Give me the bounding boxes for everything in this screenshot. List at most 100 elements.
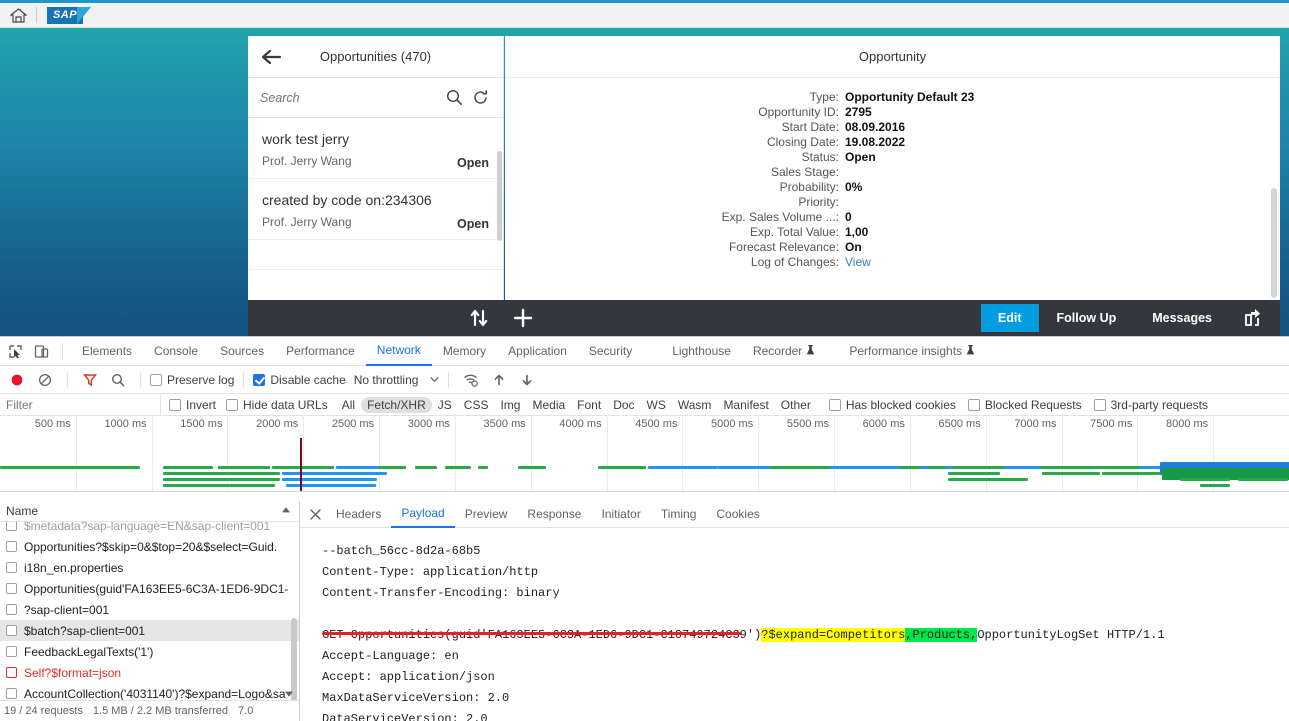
filter-type-manifest[interactable]: Manifest [717,397,774,413]
filter-funnel-icon[interactable] [77,367,103,393]
list-item[interactable]: FeedbackLegalTexts('1') [0,641,299,662]
filter-type-all[interactable]: All [336,397,361,413]
share-icon[interactable] [1230,308,1280,328]
messages-button[interactable]: Messages [1134,311,1230,325]
third-party-requests-checkbox[interactable]: 3rd-party requests [1094,398,1208,412]
toolbar-separator [140,372,141,388]
network-conditions-icon[interactable] [458,367,484,393]
tab-response[interactable]: Response [517,502,591,527]
row-checkbox[interactable] [6,646,17,657]
device-toolbar-icon[interactable] [28,338,54,364]
detail-scrollbar[interactable] [1271,188,1277,298]
request-rows[interactable]: $metadata?sap-language=EN&sap-client=001… [0,522,299,700]
refresh-icon[interactable] [467,85,493,111]
plus-icon[interactable] [512,307,534,329]
invert-checkbox[interactable]: Invert [169,398,216,412]
tab-label: Memory [443,344,486,358]
filter-type-wasm[interactable]: Wasm [672,397,718,413]
request-name: $metadata?sap-language=EN&sap-client=001 [24,522,270,533]
network-overview-timeline[interactable]: 500 ms1000 ms1500 ms2000 ms2500 ms3000 m… [0,416,1289,492]
tab-headers[interactable]: Headers [326,502,391,527]
row-checkbox[interactable] [6,522,17,531]
filter-type-js[interactable]: JS [432,397,458,413]
request-list-header[interactable]: Name [0,501,299,522]
row-checkbox[interactable] [6,625,17,636]
tab-console[interactable]: Console [143,338,209,365]
overview-bar [598,466,646,469]
sort-updown-icon[interactable] [468,307,490,329]
disable-cache-checkbox[interactable]: Disable cache [253,373,345,387]
tab-network[interactable]: Network [366,337,432,366]
request-list-scrollbar[interactable] [291,618,297,700]
filter-type-img[interactable]: Img [494,397,526,413]
filter-type-ws[interactable]: WS [641,397,672,413]
record-stop-icon[interactable] [4,367,30,393]
tab-cookies[interactable]: Cookies [706,502,769,527]
inspect-element-icon[interactable] [2,338,28,364]
list-item[interactable]: created by code on:234306 Prof. Jerry Wa… [248,179,503,240]
tab-sources[interactable]: Sources [209,338,275,365]
list-item[interactable]: Opportunities(guid'FA163EE5-6C3A-1ED6-9D… [0,578,299,599]
row-checkbox[interactable] [6,583,17,594]
list-item[interactable]: AccountCollection('4031140')?$expand=Log… [0,683,299,700]
row-checkbox[interactable] [6,541,17,552]
filter-type-font[interactable]: Font [571,397,607,413]
payload-content[interactable]: --batch_56cc-8d2a-68b5 Content-Type: app… [300,528,1289,721]
tab-lighthouse[interactable]: Lighthouse [661,338,742,365]
blocked-requests-checkbox[interactable]: Blocked Requests [968,398,1082,412]
list-item[interactable] [248,240,503,270]
filter-input[interactable] [0,397,160,413]
search-icon[interactable] [441,85,467,111]
filter-type-fetch-xhr[interactable]: Fetch/XHR [361,397,432,413]
tab-preview[interactable]: Preview [455,502,518,527]
upload-har-icon[interactable] [486,367,512,393]
throttling-select[interactable]: No throttling [354,373,440,387]
back-arrow-icon[interactable] [260,46,284,68]
tab-performance[interactable]: Performance [275,338,366,365]
row-checkbox[interactable] [6,688,17,699]
master-list-scrollbar[interactable] [497,151,502,241]
overview-gridline [531,416,532,491]
list-item[interactable]: i18n_en.properties [0,557,299,578]
tab-application[interactable]: Application [497,338,578,365]
list-item-error[interactable]: Self?$format=json [0,662,299,683]
has-blocked-cookies-checkbox[interactable]: Has blocked cookies [829,398,956,412]
tab-timing[interactable]: Timing [651,502,707,527]
clear-icon[interactable] [32,367,58,393]
log-of-changes-link[interactable]: View [845,255,871,270]
home-icon[interactable] [0,3,36,28]
sap-logo[interactable]: SAP [47,7,91,24]
list-item[interactable]: $metadata?sap-language=EN&sap-client=001 [0,522,299,536]
field-value: 0% [845,180,862,195]
filter-type-other[interactable]: Other [775,397,817,413]
follow-up-button[interactable]: Follow Up [1039,311,1135,325]
row-checkbox[interactable] [6,562,17,573]
filter-type-css[interactable]: CSS [458,397,495,413]
download-har-icon[interactable] [514,367,540,393]
close-icon[interactable] [304,503,326,525]
tab-security[interactable]: Security [578,338,643,365]
row-checkbox[interactable] [6,667,17,678]
caret-down-icon[interactable] [284,690,294,698]
caret-up-icon[interactable] [281,506,291,514]
tab-payload[interactable]: Payload [391,501,454,528]
preserve-log-checkbox[interactable]: Preserve log [150,373,234,387]
filter-type-media[interactable]: Media [526,397,571,413]
hide-data-urls-checkbox[interactable]: Hide data URLs [226,398,328,412]
tab-performance-insights[interactable]: Performance insights [838,338,986,365]
list-item-selected[interactable]: $batch?sap-client=001 [0,620,299,641]
tab-initiator[interactable]: Initiator [591,502,650,527]
tab-memory[interactable]: Memory [432,338,497,365]
hide-data-urls-label: Hide data URLs [243,398,328,412]
search-icon[interactable] [105,367,131,393]
list-item[interactable]: work test jerry Prof. Jerry Wang Open [248,118,503,179]
tab-elements[interactable]: Elements [71,338,143,365]
filter-type-doc[interactable]: Doc [607,397,640,413]
search-input[interactable] [258,90,441,106]
tab-recorder[interactable]: Recorder [742,338,826,365]
field-value: 2795 [845,105,872,120]
list-item[interactable]: Opportunities?$skip=0&$top=20&$select=Gu… [0,536,299,557]
row-checkbox[interactable] [6,604,17,615]
edit-button[interactable]: Edit [981,304,1039,332]
list-item[interactable]: ?sap-client=001 [0,599,299,620]
